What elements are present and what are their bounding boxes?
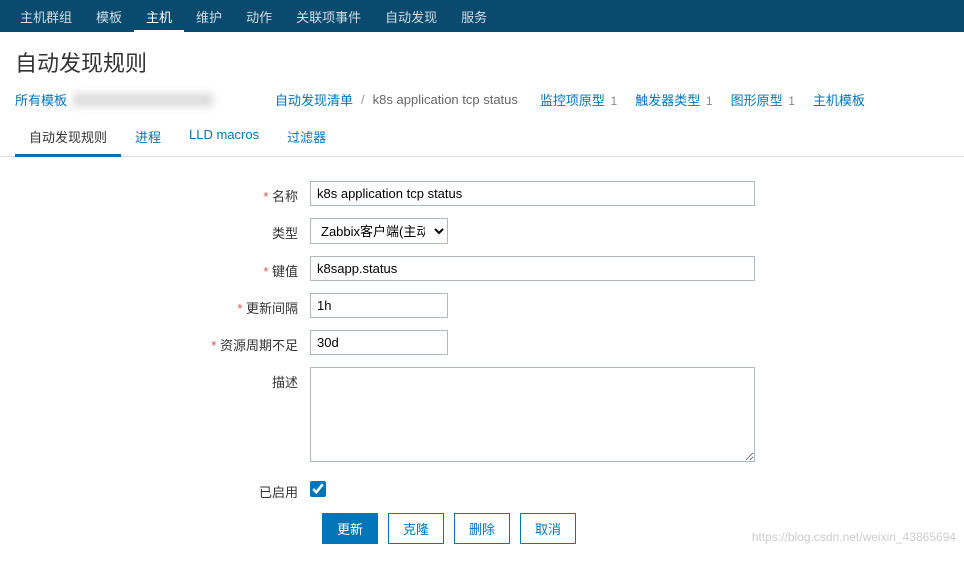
nav-maintenance[interactable]: 维护 [184, 0, 234, 33]
type-select[interactable]: Zabbix客户端(主动式) [310, 218, 448, 244]
tab-lld-macros[interactable]: LLD macros [175, 119, 273, 156]
tab-process[interactable]: 进程 [121, 119, 175, 156]
nav-actions[interactable]: 动作 [234, 0, 284, 33]
name-label: 名称 [20, 181, 310, 205]
enabled-checkbox[interactable] [310, 481, 326, 497]
update-button[interactable]: 更新 [322, 513, 378, 544]
button-row: 更新 克隆 删除 取消 [310, 513, 944, 544]
desc-label: 描述 [20, 367, 310, 391]
tab-discovery-rule[interactable]: 自动发现规则 [15, 119, 121, 157]
breadcrumb-blurred [73, 93, 213, 107]
breadcrumb-trigger-prototypes[interactable]: 触发器类型 [635, 93, 700, 108]
nav-correlation[interactable]: 关联项事件 [284, 0, 373, 33]
breadcrumb-graph-prototypes-count: 1 [788, 94, 795, 108]
breadcrumb-trigger-prototypes-count: 1 [706, 94, 713, 108]
nav-hostgroups[interactable]: 主机群组 [8, 0, 84, 33]
nav-templates[interactable]: 模板 [84, 0, 134, 33]
breadcrumb-sep: / [361, 92, 365, 107]
enabled-label: 已启用 [20, 477, 310, 501]
breadcrumb-item-prototypes[interactable]: 监控项原型 [540, 93, 605, 108]
interval-input[interactable] [310, 293, 448, 318]
key-input[interactable] [310, 256, 755, 281]
breadcrumb-current: k8s application tcp status [373, 92, 518, 107]
clone-button[interactable]: 克隆 [388, 513, 444, 544]
nav-services[interactable]: 服务 [449, 0, 499, 33]
top-nav: 主机群组 模板 主机 维护 动作 关联项事件 自动发现 服务 [0, 0, 964, 32]
cancel-button[interactable]: 取消 [520, 513, 576, 544]
breadcrumb-host-template[interactable]: 主机模板 [813, 90, 865, 109]
page-title: 自动发现规则 [0, 32, 964, 90]
interval-label: 更新间隔 [20, 293, 310, 317]
form-area: 名称 类型 Zabbix客户端(主动式) 键值 更新间隔 资源周期不足 描述 [0, 157, 964, 568]
breadcrumb-all-templates[interactable]: 所有模板 [15, 90, 67, 109]
nav-discovery[interactable]: 自动发现 [373, 0, 449, 33]
name-input[interactable] [310, 181, 755, 206]
breadcrumb-discovery-list[interactable]: 自动发现清单 [275, 90, 353, 109]
breadcrumb-graph-prototypes[interactable]: 图形原型 [731, 93, 783, 108]
key-label: 键值 [20, 256, 310, 280]
breadcrumb-item-prototypes-count: 1 [611, 94, 618, 108]
resource-input[interactable] [310, 330, 448, 355]
desc-textarea[interactable] [310, 367, 755, 462]
nav-hosts[interactable]: 主机 [134, 0, 184, 33]
tab-filters[interactable]: 过滤器 [273, 119, 340, 156]
resource-label: 资源周期不足 [20, 330, 310, 354]
breadcrumb: 所有模板 自动发现清单 / k8s application tcp status… [0, 90, 964, 119]
tabs: 自动发现规则 进程 LLD macros 过滤器 [0, 119, 964, 157]
delete-button[interactable]: 删除 [454, 513, 510, 544]
type-label: 类型 [20, 218, 310, 242]
